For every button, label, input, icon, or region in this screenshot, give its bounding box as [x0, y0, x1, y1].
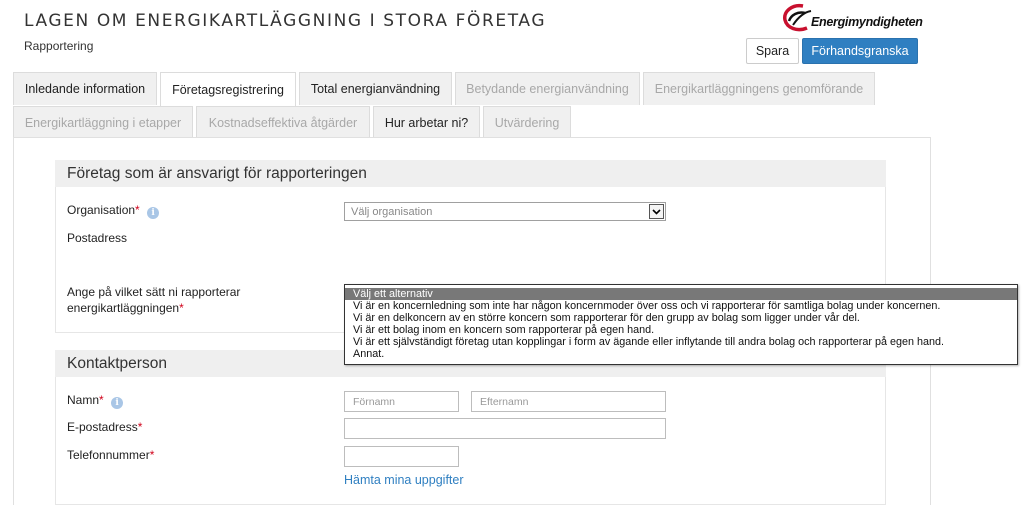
tab-foretagsregistrering[interactable]: Företagsregistrering	[160, 72, 296, 106]
phone-label: Telefonnummer*	[67, 447, 154, 463]
required-mark: *	[137, 420, 143, 434]
fetch-my-details-link[interactable]: Hämta mina uppgifter	[344, 473, 464, 487]
dropdown-option-selected[interactable]: Välj ett alternativ	[345, 288, 1017, 300]
tab-hur-arbetar-ni[interactable]: Hur arbetar ni?	[373, 106, 480, 139]
organisation-label-text: Organisation	[67, 203, 136, 217]
tab-utvardering[interactable]: Utvärdering	[483, 106, 571, 139]
tab-total-energianvandning[interactable]: Total energianvändning	[299, 72, 452, 105]
name-label-text: Namn	[67, 393, 100, 407]
report-method-label-line2: energikartläggningen	[67, 301, 180, 315]
report-method-label: Ange på vilket sätt ni rapporterar energ…	[67, 284, 240, 316]
dropdown-option[interactable]: Annat.	[345, 348, 1017, 360]
tab-kostnadseffektiva-atgarder[interactable]: Kostnadseffektiva åtgärder	[196, 106, 370, 139]
organisation-label: Organisation* i	[67, 202, 160, 219]
phone-field[interactable]	[344, 446, 459, 467]
chevron-down-icon[interactable]	[649, 204, 664, 219]
tab-inledande-information[interactable]: Inledande information	[13, 72, 157, 105]
preview-button[interactable]: Förhandsgranska	[802, 38, 918, 64]
tab-betydande-energianvandning[interactable]: Betydande energianvändning	[455, 72, 640, 105]
required-mark: *	[135, 203, 140, 217]
required-mark: *	[179, 301, 184, 315]
energimyndigheten-logo: Energimyndigheten	[781, 3, 923, 33]
first-name-input[interactable]: Förnamn	[344, 391, 459, 412]
postal-address-label: Postadress	[67, 231, 128, 245]
dropdown-option[interactable]: Vi är ett bolag inom en koncern som rapp…	[345, 324, 1017, 336]
company-section-heading: Företag som är ansvarigt för rapporterin…	[55, 160, 886, 187]
page-subtitle: Rapportering	[24, 39, 94, 53]
required-mark: *	[149, 448, 155, 462]
logo-swoosh-icon	[783, 3, 812, 32]
info-icon[interactable]: i	[111, 397, 124, 409]
report-method-dropdown-list[interactable]: Välj ett alternativ Vi är en koncernledn…	[344, 284, 1018, 365]
organisation-select-value: Välj organisation	[351, 205, 433, 218]
organisation-select[interactable]: Välj organisation	[344, 202, 666, 221]
page-title: LAGEN OM ENERGIKARTLÄGGNING I STORA FÖRE…	[24, 11, 547, 31]
info-icon[interactable]: i	[147, 207, 160, 219]
email-label: E-postadress*	[67, 419, 142, 435]
dropdown-option[interactable]: Vi är en koncernledning som inte har någ…	[345, 300, 1017, 312]
save-button[interactable]: Spara	[746, 38, 799, 64]
tab-energikartlaggning-i-etapper[interactable]: Energikartläggning i etapper	[13, 106, 193, 139]
phone-label-text: Telefonnummer	[67, 448, 150, 462]
dropdown-option[interactable]: Vi är en delkoncern av en större koncern…	[345, 312, 1017, 324]
dropdown-option[interactable]: Vi är ett självständigt företag utan kop…	[345, 336, 1017, 348]
last-name-input[interactable]: Efternamn	[471, 391, 666, 412]
email-label-text: E-postadress	[67, 420, 138, 434]
logo-text: Energimyndigheten	[811, 15, 923, 29]
report-method-label-line1: Ange på vilket sätt ni rapporterar	[67, 285, 241, 299]
tab-energikartlaggningens-genomforande[interactable]: Energikartläggningens genomförande	[643, 72, 875, 105]
name-label: Namn* i	[67, 392, 124, 409]
email-field[interactable]	[344, 418, 666, 439]
required-mark: *	[99, 393, 104, 407]
